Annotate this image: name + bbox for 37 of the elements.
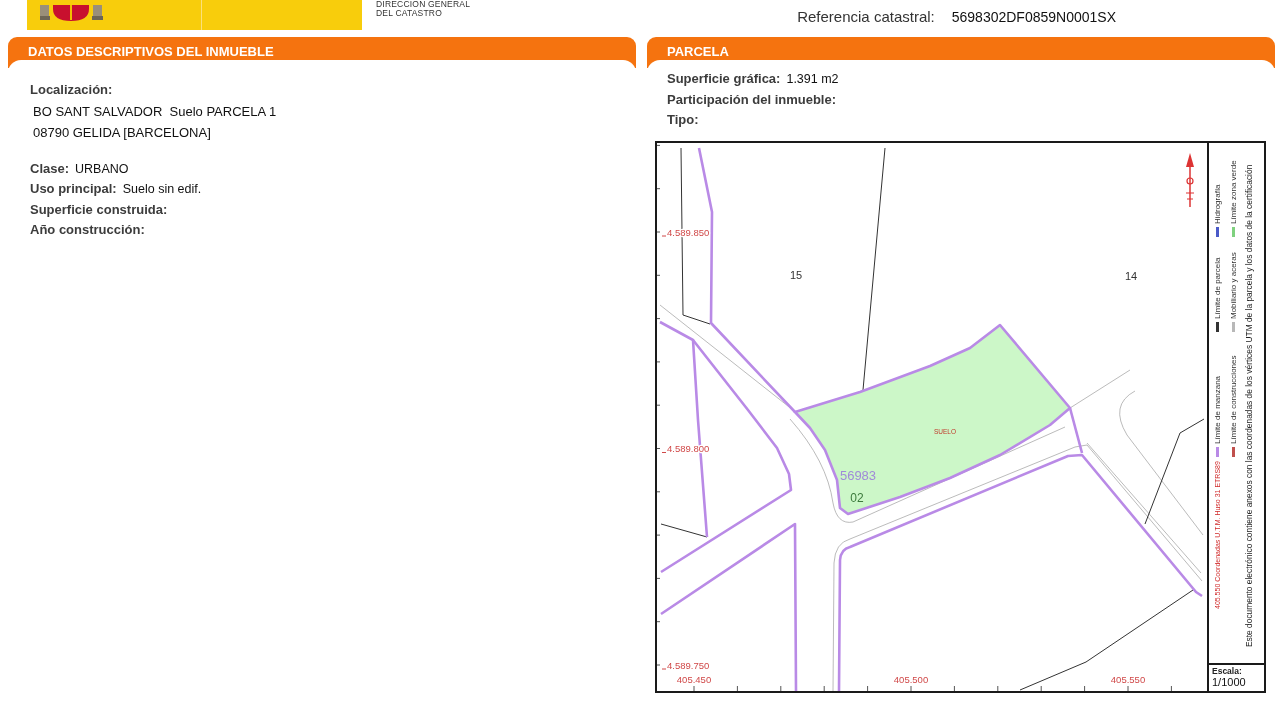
- field-label: Participación del inmueble:: [667, 90, 837, 109]
- field-value: URBANO: [75, 160, 129, 178]
- address-line: 08790 GELIDA [BARCELONA]: [32, 123, 212, 142]
- agency-name-line: DIRECCIÓN GENERAL: [376, 0, 471, 9]
- legend-label: Mobiliario y aceras: [1228, 251, 1239, 319]
- parcel-number-label: 14: [1124, 269, 1138, 282]
- parcel-boundary-line: [660, 523, 708, 537]
- north-arrow-icon: [1185, 152, 1195, 208]
- field-label: Tipo:: [667, 111, 699, 129]
- field-value: Suelo sin edif.: [122, 181, 202, 198]
- easting-label: 405.450: [676, 673, 712, 684]
- scale-label: Escala:: [1212, 665, 1243, 676]
- legend-label: Hidrografía: [1212, 183, 1223, 224]
- field-label: Clase:: [30, 159, 70, 178]
- legend-label: Límite de construcciones: [1228, 355, 1239, 444]
- northing-label: 4.589.750: [667, 659, 710, 670]
- parcel-number-label: 15: [789, 268, 803, 281]
- field-label: Uso principal:: [30, 180, 117, 198]
- location-label: Localización:: [30, 81, 114, 99]
- reference-label: Referencia catastral:: [797, 6, 935, 27]
- certificate-note: Este documento electrónico contiene anexos con las coordenadas de los vértices UTM de la parcela y los datos de la certificación: [1244, 164, 1255, 647]
- scale-value: 1/1000: [1212, 675, 1247, 688]
- subparcel-number-label: 02: [850, 490, 864, 505]
- northing-label: 4.589.850: [667, 226, 710, 237]
- field-label: Superficie gráfica:: [667, 70, 781, 88]
- easting-label: 405.500: [893, 673, 929, 684]
- legend-label: Límite de manzana: [1212, 375, 1223, 444]
- reference-value: 5698302DF0859N0001SX: [951, 7, 1116, 27]
- field-label: Año construcción:: [30, 221, 145, 239]
- legend-label: Límite zona verde: [1228, 159, 1239, 224]
- field-label: Superficie construida:: [30, 200, 168, 219]
- legend-label: Límite de parcela: [1212, 257, 1223, 319]
- easting-label: 405.550: [1110, 673, 1146, 684]
- agency-name-line: DEL CATASTRO: [376, 9, 443, 18]
- field-value: 1.391 m2: [786, 71, 839, 88]
- address-line: BO SANT SALVADOR Suelo PARCELA 1: [32, 102, 278, 121]
- block-number-label: 56983: [839, 467, 877, 483]
